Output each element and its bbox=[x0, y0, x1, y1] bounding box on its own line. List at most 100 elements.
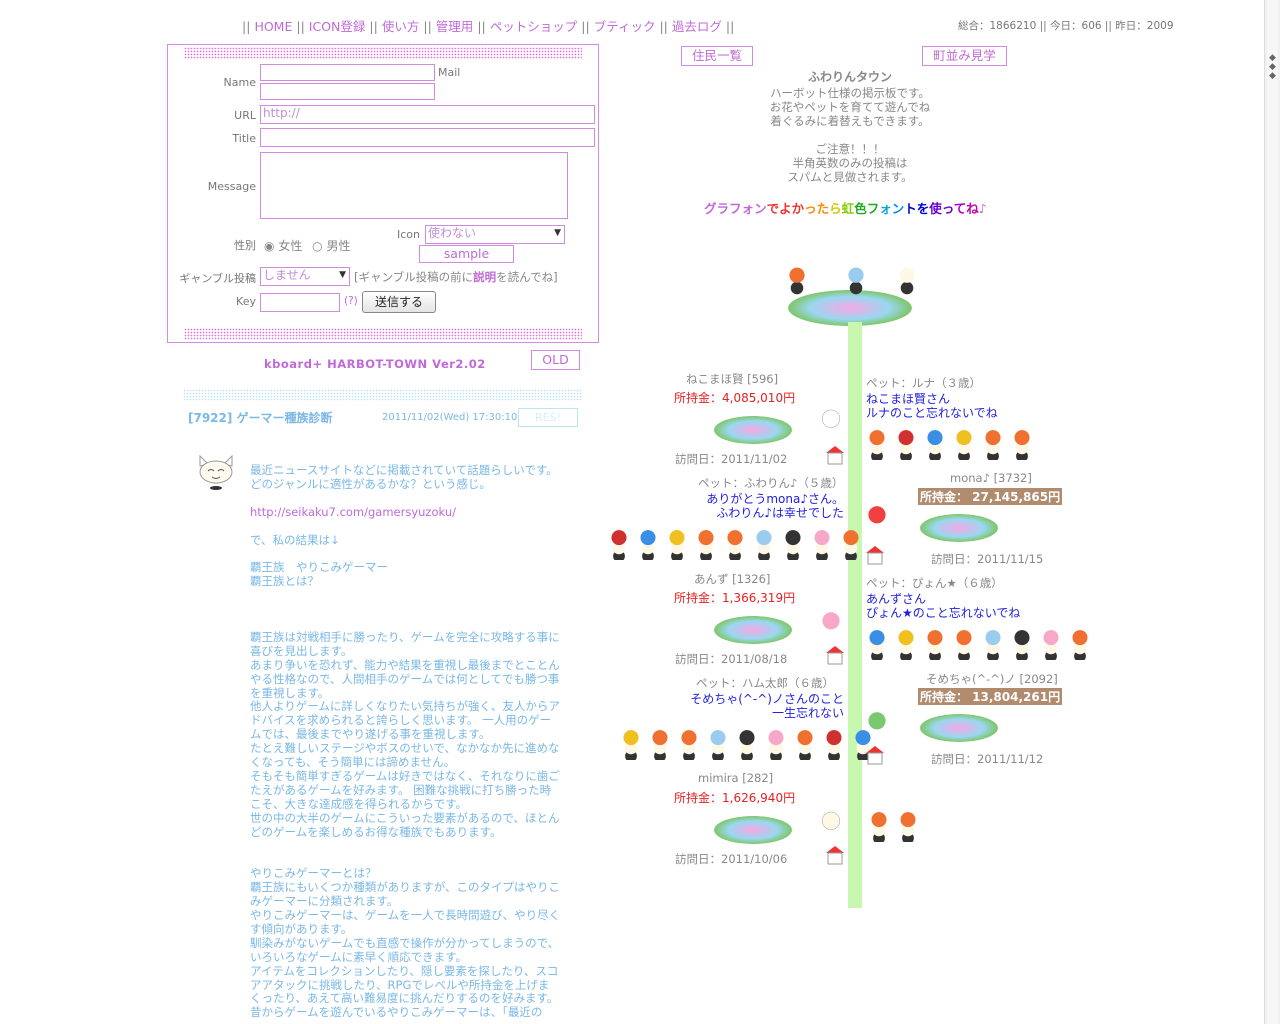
female-radio-label: 女性 bbox=[278, 239, 303, 253]
character-icon bbox=[893, 428, 919, 460]
post-body: 最近ニュースサイトなどに掲載されていて話題らしいです。 どのジャンルに適性がある… bbox=[250, 463, 580, 1020]
nav-howto[interactable]: 使い方 bbox=[382, 19, 420, 34]
resident-name[interactable]: mona♪ [3732] bbox=[950, 471, 1032, 485]
character-icon bbox=[693, 528, 719, 560]
character-icon bbox=[922, 428, 948, 460]
post-title: [7922] ゲーマー種族診断 bbox=[188, 411, 333, 425]
message-textarea[interactable] bbox=[260, 152, 568, 219]
sample-button[interactable]: sample bbox=[419, 245, 514, 263]
nav-home[interactable]: HOME bbox=[254, 19, 292, 34]
pet-message: ねこまほ賢さん ルナのこと忘れないでね bbox=[866, 392, 998, 420]
character-icon bbox=[780, 528, 806, 560]
character-icon bbox=[763, 728, 789, 760]
character-icon bbox=[818, 808, 844, 840]
resident-garden bbox=[714, 616, 792, 644]
male-radio-label: 男性 bbox=[326, 239, 351, 253]
nav-icon-register[interactable]: ICON登録 bbox=[309, 19, 366, 34]
resident-money: 所持金： 27,145,865円 bbox=[918, 488, 1063, 505]
gamble-note: [ギャンブル投稿の前に説明を読んでね] bbox=[354, 270, 558, 284]
resident-garden bbox=[920, 714, 998, 742]
board-title: kboard+ HARBOT-TOWN Ver2.02 bbox=[264, 357, 486, 371]
nav-boutique[interactable]: ブティック bbox=[594, 19, 656, 34]
character-icon bbox=[784, 264, 810, 296]
gender-label: 性別 bbox=[234, 239, 256, 252]
house-icon[interactable] bbox=[824, 644, 846, 666]
town-tour-button[interactable]: 町並み見学 bbox=[922, 46, 1007, 66]
residents-list-button[interactable]: 住民一覧 bbox=[681, 46, 753, 66]
key-input[interactable] bbox=[260, 293, 340, 312]
key-label: Key bbox=[236, 295, 256, 308]
resident-name[interactable]: ねこまほ賢 [596] bbox=[686, 371, 778, 387]
resident-money: 所持金：1,626,940円 bbox=[674, 791, 796, 805]
character-icon bbox=[705, 728, 731, 760]
gamble-select[interactable]: しません ▼ bbox=[260, 267, 350, 286]
scrollbar-grip-icon[interactable]: ◆ ◆ ◆ bbox=[1267, 54, 1278, 81]
top-nav: || HOME || ICON登録 || 使い方 || 管理用 || ペットショップ || ブティック… bbox=[242, 19, 735, 34]
reply-button[interactable]: RES! bbox=[518, 408, 578, 427]
house-icon[interactable] bbox=[824, 444, 846, 466]
character-icon bbox=[818, 608, 844, 640]
character-icon bbox=[734, 728, 760, 760]
post-paragraph-result: で、私の結果は↓ 覇王族 やりこみゲーマー 覇王族とは？ 覇王族は対戦相手に勝っ… bbox=[250, 532, 561, 1020]
pet-info: ペット：ハム太郎（６歳） bbox=[696, 676, 834, 690]
character-icon bbox=[893, 628, 919, 660]
character-icon bbox=[818, 406, 844, 438]
character-icon bbox=[864, 628, 890, 660]
title-input[interactable] bbox=[260, 128, 595, 147]
character-icon bbox=[864, 428, 890, 460]
old-button[interactable]: OLD bbox=[531, 350, 580, 370]
nav-pet-shop[interactable]: ペットショップ bbox=[490, 19, 578, 34]
pet-message: そめちゃ(^-^)ノさんのこと 一生忘れない bbox=[690, 692, 844, 720]
message-label: Message bbox=[207, 180, 256, 193]
post-link[interactable]: http://seikaku7.com/gamersyuzoku/ bbox=[250, 505, 456, 519]
gamble-explanation-link[interactable]: 説明 bbox=[473, 270, 496, 284]
nav-admin[interactable]: 管理用 bbox=[436, 19, 474, 34]
rainbow-font-notice: グラフォンでよかったら虹色フォントを使ってね♪ bbox=[704, 201, 987, 216]
resident-name[interactable]: mimira [282] bbox=[698, 771, 773, 785]
resident-name[interactable]: そめちゃ(^-^)ノ [2092] bbox=[926, 671, 1058, 687]
pet-info: ペット：ふわりん♪（５歳） bbox=[698, 476, 844, 490]
female-radio[interactable]: ◉ bbox=[264, 239, 274, 253]
character-icon bbox=[618, 728, 644, 760]
resident-visit-date: 訪問日：2011/08/18 bbox=[675, 652, 788, 666]
resident-character bbox=[818, 608, 847, 642]
vertical-scrollbar[interactable]: ◆ ◆ ◆ bbox=[1264, 0, 1280, 1024]
pet-outfits bbox=[606, 528, 867, 562]
male-radio[interactable]: ○ bbox=[312, 239, 322, 253]
town-name: ふわりんタウン bbox=[807, 70, 892, 84]
house-icon[interactable] bbox=[864, 744, 886, 766]
icon-label: Icon bbox=[397, 228, 420, 241]
character-icon bbox=[866, 810, 892, 842]
character-icon bbox=[1009, 428, 1035, 460]
character-icon bbox=[895, 810, 921, 842]
resident-character bbox=[818, 808, 847, 842]
pet-info: ペット：ルナ（３歳） bbox=[866, 376, 981, 390]
resident-character bbox=[818, 406, 847, 440]
resident-visit-date: 訪問日：2011/11/12 bbox=[931, 752, 1044, 766]
name-label: Name bbox=[223, 76, 256, 89]
resident-visit-date: 訪問日：2011/11/15 bbox=[931, 552, 1044, 566]
url-input[interactable]: http:// bbox=[260, 105, 595, 124]
character-icon bbox=[980, 428, 1006, 460]
key-help-link[interactable]: (?) bbox=[344, 295, 358, 307]
house-icon[interactable] bbox=[864, 544, 886, 566]
house-icon[interactable] bbox=[824, 844, 846, 866]
pet-info: ペット：ぴょん★（６歳） bbox=[866, 576, 1003, 590]
resident-name[interactable]: あんず [1326] bbox=[694, 571, 770, 587]
resident-money: 所持金： 13,804,261円 bbox=[918, 688, 1063, 705]
town-center-characters bbox=[784, 264, 923, 298]
character-icon bbox=[606, 528, 632, 560]
mail-input[interactable] bbox=[260, 83, 435, 100]
character-icon bbox=[864, 708, 890, 740]
scrollbar-thumb[interactable] bbox=[1267, 0, 1278, 1024]
character-icon bbox=[838, 528, 864, 560]
submit-button[interactable]: 送信する bbox=[362, 291, 436, 313]
nav-past-log[interactable]: 過去ログ bbox=[672, 19, 722, 34]
resident-garden bbox=[714, 416, 792, 444]
character-icon bbox=[922, 628, 948, 660]
character-icon bbox=[842, 264, 869, 296]
pet-message: あんずさん ぴょん★のこと忘れないでね bbox=[866, 592, 1021, 620]
town-description: ハーボット仕様の掲示板です。 お花やペットを育てて遊んでね 着ぐるみに着替えもで… bbox=[769, 86, 931, 184]
name-input[interactable] bbox=[260, 64, 435, 81]
icon-select[interactable]: 使わない ▼ bbox=[425, 225, 565, 244]
